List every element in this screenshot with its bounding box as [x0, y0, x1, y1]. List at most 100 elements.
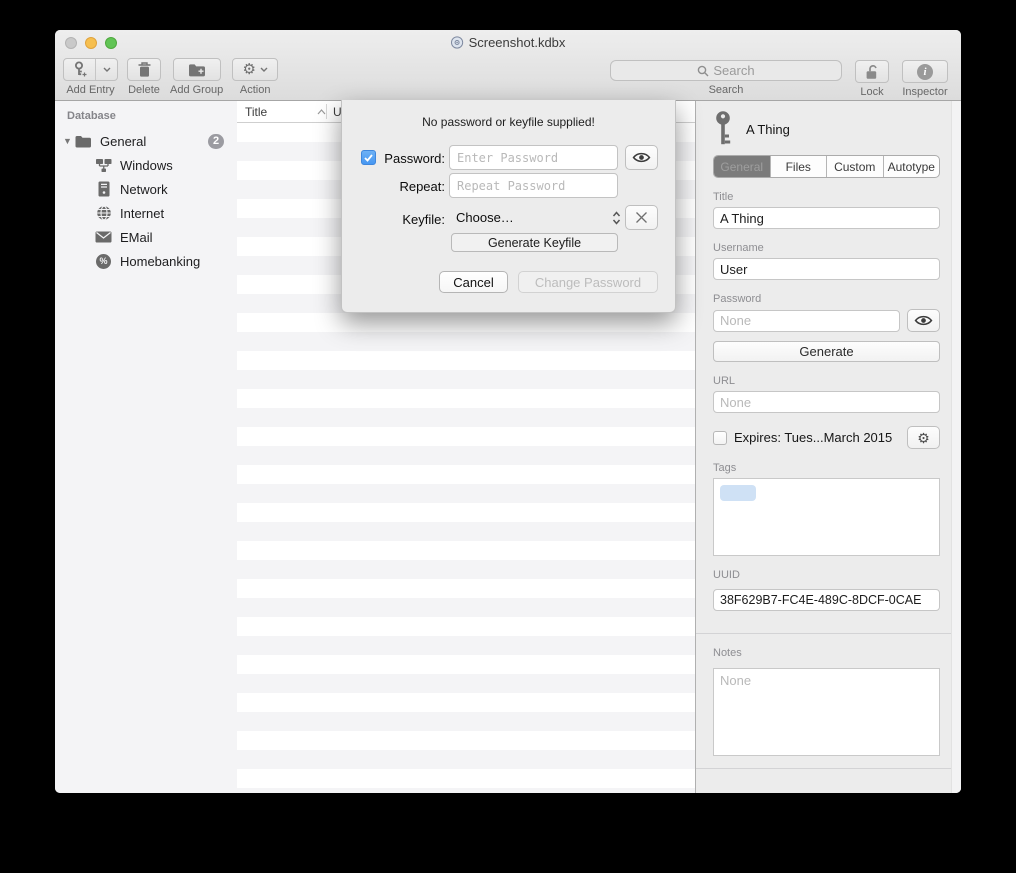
close-button[interactable]	[65, 37, 77, 49]
search-icon	[697, 65, 709, 77]
folder-icon	[75, 135, 92, 148]
url-field[interactable]	[713, 391, 940, 413]
password-field[interactable]	[713, 310, 900, 332]
window-chrome: Screenshot.kdbx	[55, 30, 961, 101]
window-title: Screenshot.kdbx	[469, 35, 566, 50]
eye-icon	[914, 314, 933, 327]
cancel-button[interactable]: Cancel	[439, 271, 508, 293]
uuid-field[interactable]	[713, 589, 940, 611]
workgroup-icon	[95, 157, 112, 174]
keyfile-value: Choose…	[456, 210, 612, 225]
sidebar-item-homebanking[interactable]: % Homebanking	[55, 249, 237, 273]
popup-stepper-icon	[612, 211, 621, 225]
add-group-button[interactable]	[173, 58, 221, 81]
add-entry-dropdown-icon[interactable]	[96, 59, 117, 80]
globe-icon	[95, 205, 112, 222]
toolbar-left-group: Add Entry Delete	[63, 58, 278, 96]
zoom-button[interactable]	[105, 37, 117, 49]
expires-row: Expires: Tues...March 2015 ⚙	[713, 426, 940, 449]
inspector-label: Inspector	[902, 86, 947, 98]
keyfile-label: Keyfile:	[360, 212, 445, 227]
action-label: Action	[240, 84, 271, 96]
sidebar-item-email[interactable]: EMail	[55, 225, 237, 249]
tab-general[interactable]: General	[714, 156, 770, 177]
entry-title: A Thing	[746, 122, 790, 137]
search-input[interactable]: Search	[610, 60, 842, 81]
lock-open-icon	[864, 64, 880, 80]
expires-settings-button[interactable]: ⚙	[907, 426, 940, 449]
disclosure-triangle-icon[interactable]: ▼	[63, 136, 75, 146]
percent-icon: %	[95, 253, 112, 270]
trash-icon	[138, 62, 151, 77]
generate-keyfile-button[interactable]: Generate Keyfile	[451, 233, 618, 252]
sidebar-item-label: Network	[120, 182, 168, 197]
inspector-group: i Inspector	[902, 60, 948, 98]
clear-keyfile-button[interactable]	[625, 205, 658, 230]
change-password-button[interactable]: Change Password	[518, 271, 658, 293]
add-group-label: Add Group	[170, 84, 223, 96]
window-title-group: Screenshot.kdbx	[451, 35, 566, 50]
reveal-password-button[interactable]	[907, 309, 940, 332]
inspector-button[interactable]: i	[902, 60, 948, 83]
chevron-down-icon	[260, 67, 268, 72]
keyfile-popup[interactable]: Choose…	[449, 205, 621, 230]
tag-token[interactable]	[720, 485, 756, 501]
lock-button[interactable]	[855, 60, 889, 83]
uuid-label: UUID	[713, 569, 940, 581]
add-entry-group: Add Entry	[63, 58, 118, 96]
minimize-button[interactable]	[85, 37, 97, 49]
add-group-group: Add Group	[170, 58, 223, 96]
repeat-password-input[interactable]	[449, 173, 618, 198]
search-group: Search Search	[610, 60, 842, 96]
enter-password-input[interactable]	[449, 145, 618, 170]
app-window: Screenshot.kdbx	[55, 30, 961, 793]
tab-custom[interactable]: Custom	[826, 156, 883, 177]
action-button[interactable]: ⚙	[232, 58, 278, 81]
eye-icon	[632, 151, 651, 164]
sidebar-item-internet[interactable]: Internet	[55, 201, 237, 225]
username-field[interactable]	[713, 258, 940, 280]
inspector-scrollbar[interactable]	[951, 101, 961, 793]
notes-label: Notes	[713, 647, 940, 659]
document-proxy-icon[interactable]	[451, 36, 464, 49]
expires-label: Expires: Tues...March 2015	[734, 430, 900, 445]
add-entry-button[interactable]	[63, 58, 118, 81]
server-icon	[95, 181, 112, 198]
key-plus-icon[interactable]	[64, 59, 96, 80]
inspector-tabs: General Files Custom Autotype	[713, 155, 940, 178]
tab-files[interactable]: Files	[770, 156, 827, 177]
action-group: ⚙ Action	[232, 58, 278, 96]
sidebar-item-label: Windows	[120, 158, 173, 173]
reveal-password-button[interactable]	[625, 145, 658, 170]
column-header-username[interactable]: U	[327, 105, 342, 119]
delete-button[interactable]	[127, 58, 161, 81]
password-checkbox[interactable]	[361, 150, 376, 165]
password-field-label: Password	[713, 293, 940, 305]
password-label: Password:	[378, 151, 445, 166]
envelope-icon	[95, 229, 112, 246]
sidebar: Database ▼ General 2 Windo	[55, 101, 237, 793]
sidebar-item-general[interactable]: ▼ General 2	[55, 129, 237, 153]
sidebar-item-network[interactable]: Network	[55, 177, 237, 201]
change-password-dialog: No password or keyfile supplied! Passwor…	[341, 100, 676, 313]
tab-autotype[interactable]: Autotype	[883, 156, 940, 177]
tags-field[interactable]	[713, 478, 940, 556]
search-placeholder: Search	[713, 63, 754, 78]
sidebar-item-label: EMail	[120, 230, 153, 245]
column-header-title[interactable]: Title	[237, 105, 326, 119]
title-field[interactable]	[713, 207, 940, 229]
section-divider	[696, 768, 961, 769]
expires-checkbox[interactable]	[713, 431, 727, 445]
notes-field[interactable]	[713, 668, 940, 756]
generate-password-button[interactable]: Generate	[713, 341, 940, 362]
title-field-label: Title	[713, 191, 940, 203]
entry-header: A Thing	[713, 109, 940, 149]
sort-ascending-icon	[317, 109, 326, 115]
username-field-label: Username	[713, 242, 940, 254]
sidebar-section-header: Database	[55, 110, 237, 122]
titlebar[interactable]: Screenshot.kdbx	[55, 30, 961, 56]
url-field-label: URL	[713, 375, 940, 387]
lock-group: Lock	[855, 60, 889, 98]
sidebar-item-windows[interactable]: Windows	[55, 153, 237, 177]
password-field-row	[713, 309, 940, 332]
